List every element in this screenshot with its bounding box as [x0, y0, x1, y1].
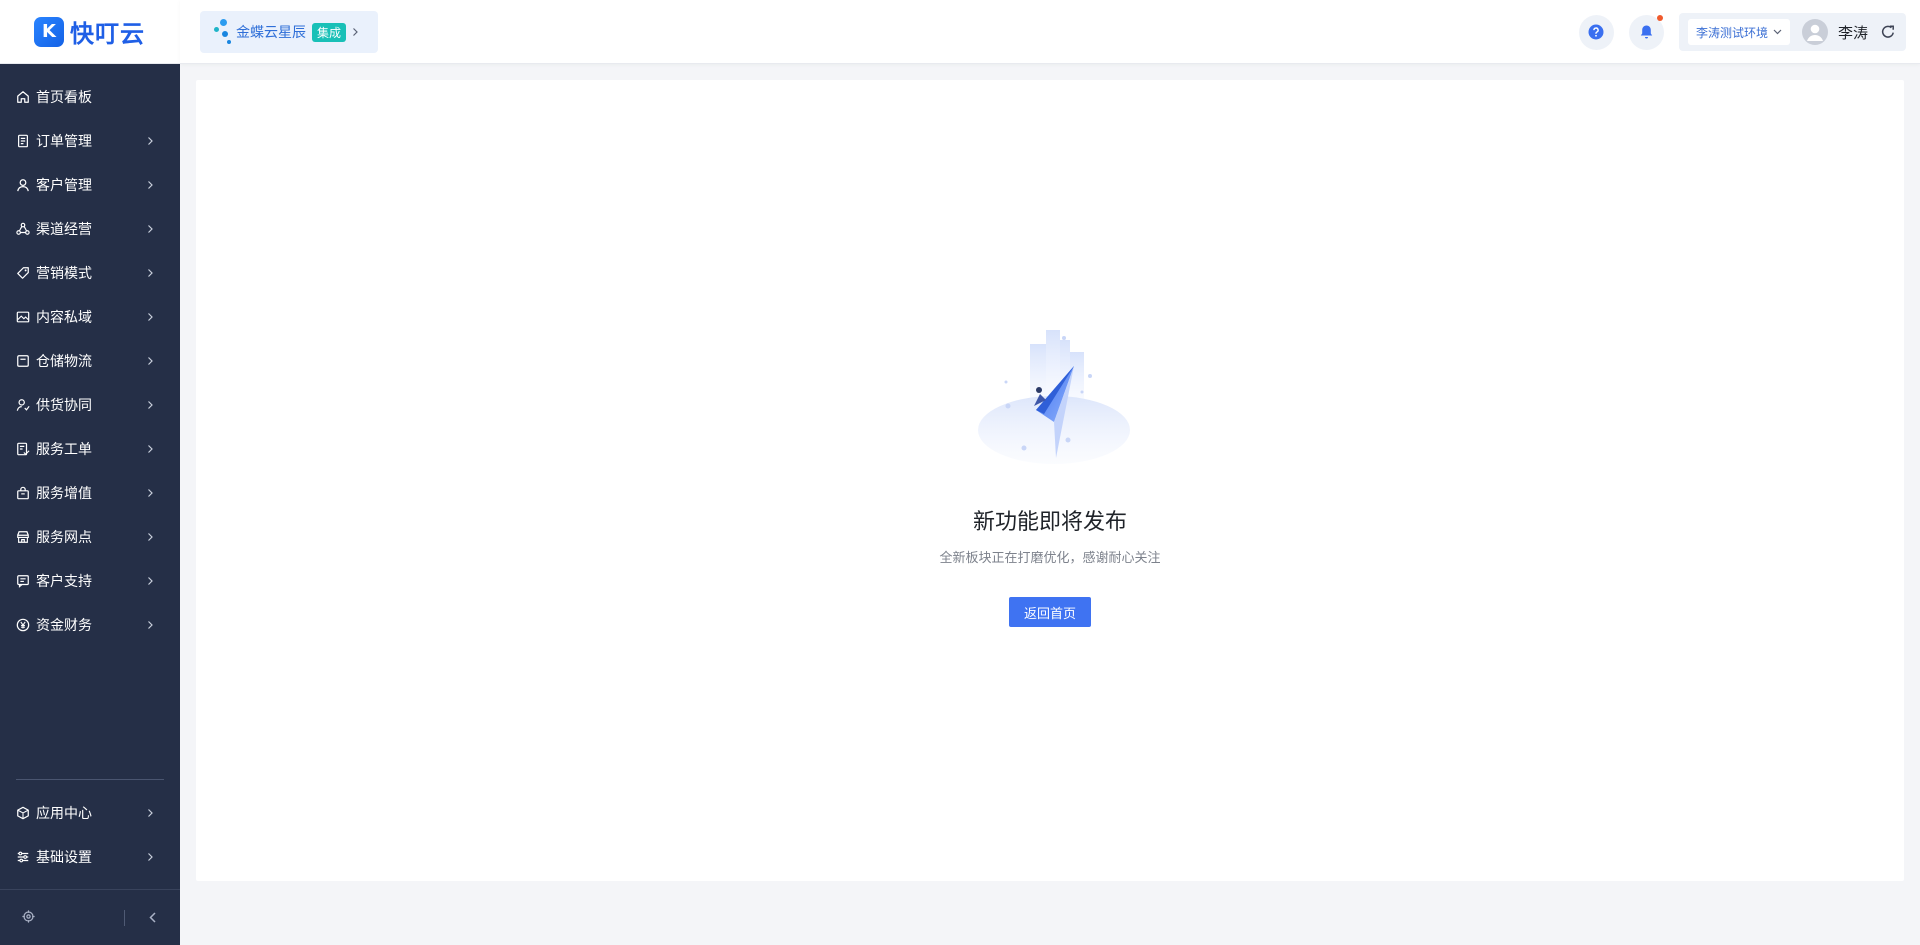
empty-state-title: 新功能即将发布 — [972, 510, 1127, 535]
avatar[interactable] — [1801, 19, 1828, 45]
header-actions: 李涛测试环境 李涛 — [1578, 13, 1906, 51]
chevron-right-icon — [148, 225, 153, 233]
sidebar-item-label: 客户支持 — [36, 574, 92, 590]
chevron-right-icon — [148, 357, 153, 365]
sidebar-item-yuan[interactable]: 资金财务 — [0, 603, 180, 647]
chevron-right-icon — [148, 533, 153, 541]
sidebar-item-settings-sliders[interactable]: 基础设置 — [0, 835, 180, 879]
sidebar-item-label: 仓储物流 — [36, 354, 92, 370]
sidebar-item-label: 订单管理 — [36, 134, 92, 150]
sidebar-item-order[interactable]: 订单管理 — [0, 119, 180, 163]
box-icon — [16, 354, 30, 368]
main-content: 新功能即将发布 全新板块正在打磨优化，感谢耐心关注 返回首页 — [196, 80, 1904, 881]
integration-name: 金蝶云星辰 — [236, 25, 306, 41]
empty-state-description: 全新板块正在打磨优化，感谢耐心关注 — [939, 551, 1161, 566]
sidebar-item-tag[interactable]: 营销模式 — [0, 251, 180, 295]
notification-button[interactable] — [1628, 14, 1664, 50]
yuan-icon — [16, 618, 30, 632]
back-home-button[interactable]: 返回首页 — [1009, 597, 1091, 627]
sidebar-item-user[interactable]: 客户管理 — [0, 163, 180, 207]
integration-chip[interactable]: 金蝶云星辰 集成 — [200, 11, 378, 53]
chevron-right-icon — [353, 28, 358, 36]
sidebar-menu: 首页看板订单管理客户管理渠道经营营销模式内容私域仓储物流供货协同服务工单服务增值… — [0, 64, 180, 647]
sidebar-item-label: 客户管理 — [36, 178, 92, 194]
sidebar-item-box[interactable]: 仓储物流 — [0, 339, 180, 383]
sidebar-item-label: 营销模式 — [36, 266, 92, 282]
cube-icon — [16, 806, 30, 820]
bell-icon — [1640, 25, 1653, 39]
theme-settings-icon[interactable] — [22, 908, 35, 927]
chevron-right-icon — [148, 853, 153, 861]
sidebar-item-bag[interactable]: 服务增值 — [0, 471, 180, 515]
sidebar-item-label: 服务增值 — [36, 486, 92, 502]
chevron-right-icon — [148, 445, 153, 453]
integration-logo-icon — [214, 19, 232, 45]
chevron-right-icon — [148, 401, 153, 409]
chevron-down-icon — [1773, 29, 1782, 35]
image-icon — [16, 310, 30, 324]
tag-icon — [16, 266, 30, 280]
notification-dot — [1656, 14, 1663, 21]
chevron-right-icon — [148, 313, 153, 321]
sidebar-item-image[interactable]: 内容私域 — [0, 295, 180, 339]
sidebar-item-label: 内容私域 — [36, 310, 92, 326]
ticket-icon — [16, 442, 30, 456]
sidebar-divider — [16, 779, 164, 780]
user-box: 李涛测试环境 李涛 — [1678, 13, 1906, 51]
logo-icon: K — [34, 16, 64, 47]
home-icon — [16, 90, 30, 104]
logo-text: 快叮云 — [70, 20, 145, 48]
coming-soon-illustration — [978, 330, 1130, 464]
environment-label: 李涛测试环境 — [1695, 25, 1768, 40]
bag-icon — [16, 486, 30, 500]
sidebar-item-home[interactable]: 首页看板 — [0, 75, 180, 119]
sidebar-item-label: 首页看板 — [36, 90, 92, 106]
sidebar-item-label: 基础设置 — [36, 850, 92, 866]
sidebar-item-label: 服务网点 — [36, 530, 92, 546]
sidebar-item-label: 应用中心 — [36, 806, 92, 822]
sidebar-item-label: 资金财务 — [36, 618, 92, 634]
chevron-right-icon — [148, 181, 153, 189]
sidebar-item-label: 服务工单 — [36, 442, 92, 458]
chevron-right-icon — [148, 137, 153, 145]
settings-sliders-icon — [16, 850, 30, 864]
chevron-right-icon — [148, 269, 153, 277]
sidebar-item-label: 供货协同 — [36, 398, 92, 414]
chevron-right-icon — [148, 489, 153, 497]
top-header: 金蝶云星辰 集成 李涛测试环境 李涛 — [180, 0, 1920, 64]
refresh-icon[interactable] — [1880, 24, 1896, 40]
chevron-right-icon — [148, 621, 153, 629]
support-icon — [16, 574, 30, 588]
logo[interactable]: K 快叮云 — [0, 0, 180, 64]
collapse-sidebar-icon[interactable] — [148, 908, 157, 927]
help-button[interactable] — [1578, 14, 1614, 50]
chevron-right-icon — [148, 809, 153, 817]
sidebar-item-supply[interactable]: 供货协同 — [0, 383, 180, 427]
user-icon — [16, 178, 30, 192]
sidebar-footer — [0, 889, 180, 945]
environment-select[interactable]: 李涛测试环境 — [1687, 19, 1790, 45]
sidebar-item-support[interactable]: 客户支持 — [0, 559, 180, 603]
sidebar-bottom-menu: 应用中心 基础设置 — [0, 791, 180, 879]
sidebar-item-cube[interactable]: 应用中心 — [0, 791, 180, 835]
sidebar: K 快叮云 首页看板订单管理客户管理渠道经营营销模式内容私域仓储物流供货协同服务… — [0, 0, 180, 945]
sidebar-item-channel[interactable]: 渠道经营 — [0, 207, 180, 251]
sidebar-item-ticket[interactable]: 服务工单 — [0, 427, 180, 471]
help-icon — [1588, 24, 1604, 40]
supply-icon — [16, 398, 30, 412]
sidebar-item-store[interactable]: 服务网点 — [0, 515, 180, 559]
channel-icon — [16, 222, 30, 236]
integration-badge: 集成 — [312, 22, 347, 42]
order-icon — [16, 134, 30, 148]
user-name[interactable]: 李涛 — [1838, 22, 1868, 43]
chevron-right-icon — [148, 577, 153, 585]
store-icon — [16, 530, 30, 544]
sidebar-item-label: 渠道经营 — [36, 222, 92, 238]
